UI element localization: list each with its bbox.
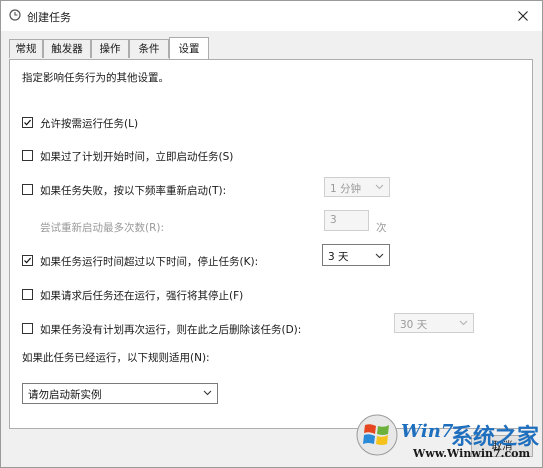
close-icon bbox=[518, 11, 528, 21]
tab-settings[interactable]: 设置 bbox=[169, 37, 209, 59]
already-running-rule-value: 请勿启动新实例 bbox=[28, 389, 102, 401]
windows-logo-icon bbox=[356, 414, 398, 456]
stop-duration-value: 3 天 bbox=[328, 251, 349, 263]
chevron-down-icon bbox=[459, 320, 468, 326]
tab-actions[interactable]: 操作 bbox=[91, 39, 129, 58]
tab-triggers[interactable]: 触发器 bbox=[43, 39, 91, 58]
checkmark-icon bbox=[24, 257, 32, 264]
force-stop-label: 如果请求后任务还在运行，强行将其停止(F) bbox=[40, 290, 244, 302]
close-button[interactable] bbox=[504, 1, 542, 31]
delete-if-not-scheduled-label: 如果任务没有计划再次运行，则在此之后删除该任务(D): bbox=[40, 324, 302, 336]
clock-icon bbox=[9, 9, 21, 21]
delete-after-value: 30 天 bbox=[400, 319, 428, 331]
watermark-url: Www.Winwin7.com bbox=[413, 447, 531, 460]
start-asap-checkbox[interactable] bbox=[22, 150, 33, 161]
already-running-rule-label: 如果此任务已经运行，以下规则适用(N): bbox=[22, 352, 210, 364]
retry-attempts-input[interactable]: 3 bbox=[324, 210, 369, 231]
chevron-down-icon bbox=[375, 184, 384, 190]
create-task-dialog: 创建任务 常规 触发器 操作 条件 设置 指定影响任务行为的其他设置。 允许按需… bbox=[0, 0, 543, 468]
window-title: 创建任务 bbox=[27, 11, 71, 24]
settings-description: 指定影响任务行为的其他设置。 bbox=[22, 72, 169, 84]
chevron-down-icon bbox=[375, 253, 384, 259]
watermark-logo-text: Win7 bbox=[401, 421, 454, 442]
checkmark-icon bbox=[24, 119, 32, 126]
restart-on-fail-label: 如果任务失败，按以下频率重新启动(T): bbox=[40, 185, 227, 197]
watermark: Win7 系统之家 Www.Winwin7.com bbox=[355, 409, 541, 465]
allow-on-demand-checkbox[interactable] bbox=[22, 117, 33, 128]
stop-if-runs-longer-checkbox[interactable] bbox=[22, 255, 33, 266]
stop-duration-select[interactable]: 3 天 bbox=[322, 244, 390, 266]
already-running-rule-select[interactable]: 请勿启动新实例 bbox=[22, 383, 218, 404]
delete-if-not-scheduled-checkbox[interactable] bbox=[22, 323, 33, 334]
retry-attempts-value: 3 bbox=[330, 214, 337, 226]
tab-conditions[interactable]: 条件 bbox=[129, 39, 169, 58]
retry-attempts-label: 尝试重新启动最多次数(R): bbox=[40, 222, 165, 234]
force-stop-checkbox[interactable] bbox=[22, 289, 33, 300]
restart-interval-value: 1 分钟 bbox=[330, 183, 362, 195]
chevron-down-icon bbox=[203, 390, 212, 396]
restart-interval-select[interactable]: 1 分钟 bbox=[324, 177, 390, 197]
retry-attempts-unit: 次 bbox=[376, 222, 387, 234]
allow-on-demand-label: 允许按需运行任务(L) bbox=[40, 118, 139, 130]
tab-general[interactable]: 常规 bbox=[9, 39, 43, 58]
delete-after-select[interactable]: 30 天 bbox=[394, 313, 474, 333]
settings-panel: 指定影响任务行为的其他设置。 允许按需运行任务(L) 如果过了计划开始时间，立即… bbox=[9, 59, 533, 429]
restart-on-fail-checkbox[interactable] bbox=[22, 184, 33, 195]
start-asap-label: 如果过了计划开始时间，立即启动任务(S) bbox=[40, 151, 234, 163]
title-bar: 创建任务 bbox=[1, 1, 542, 31]
stop-if-runs-longer-label: 如果任务运行时间超过以下时间，停止任务(K): bbox=[40, 256, 259, 268]
